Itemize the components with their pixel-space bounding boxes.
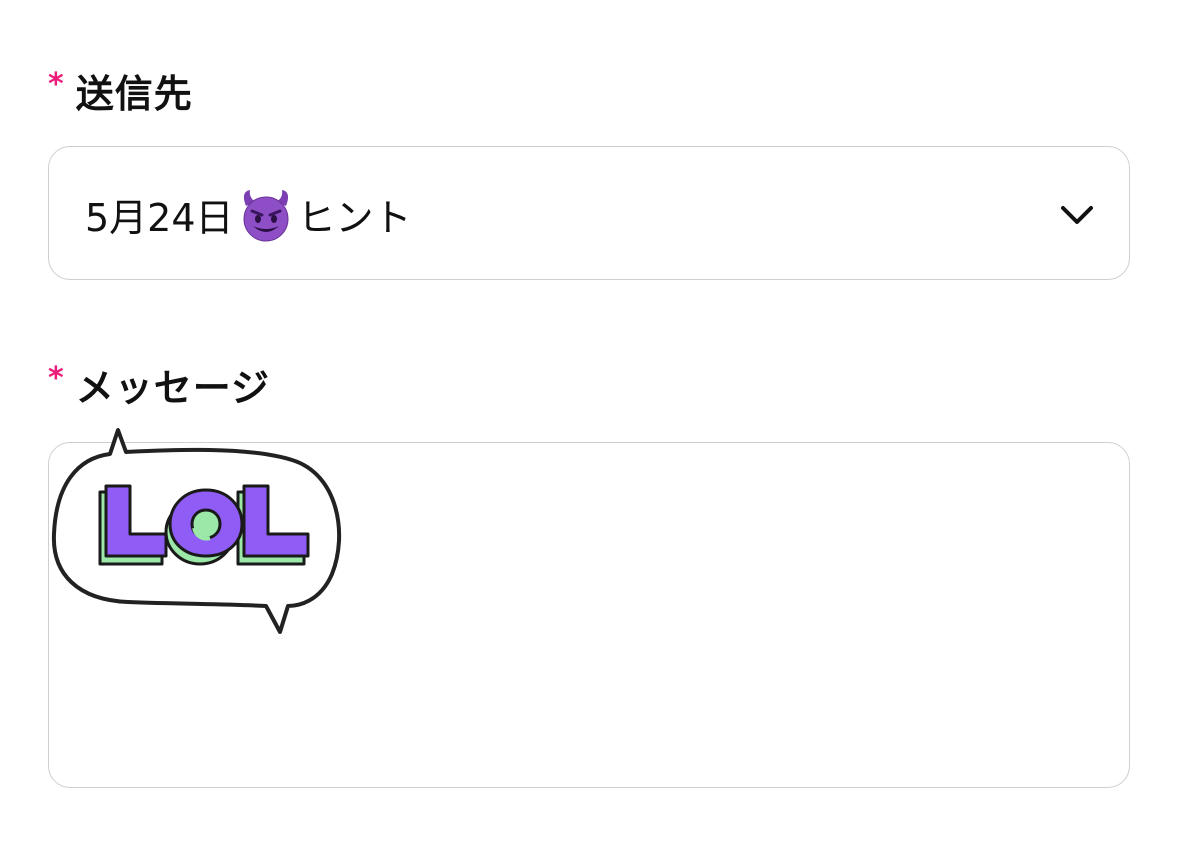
recipient-selected-name: ヒント xyxy=(297,195,412,240)
recipient-label-text: 送信先 xyxy=(75,71,193,116)
recipient-label: * 送信先 xyxy=(48,66,193,116)
message-label-text: メッセージ xyxy=(75,365,270,410)
lol-speech-bubble-sticker[interactable] xyxy=(48,424,348,636)
recipient-selected-value: 5月24日 ヒント xyxy=(85,147,412,281)
smiling-devil-face-icon xyxy=(238,188,294,244)
required-mark: * xyxy=(48,66,64,102)
recipient-selected-date: 5月24日 xyxy=(85,195,234,240)
message-label: * メッセージ xyxy=(48,360,270,410)
recipient-select[interactable]: 5月24日 ヒント xyxy=(48,146,1130,280)
chevron-down-icon[interactable] xyxy=(1059,197,1095,233)
required-mark: * xyxy=(48,360,64,396)
